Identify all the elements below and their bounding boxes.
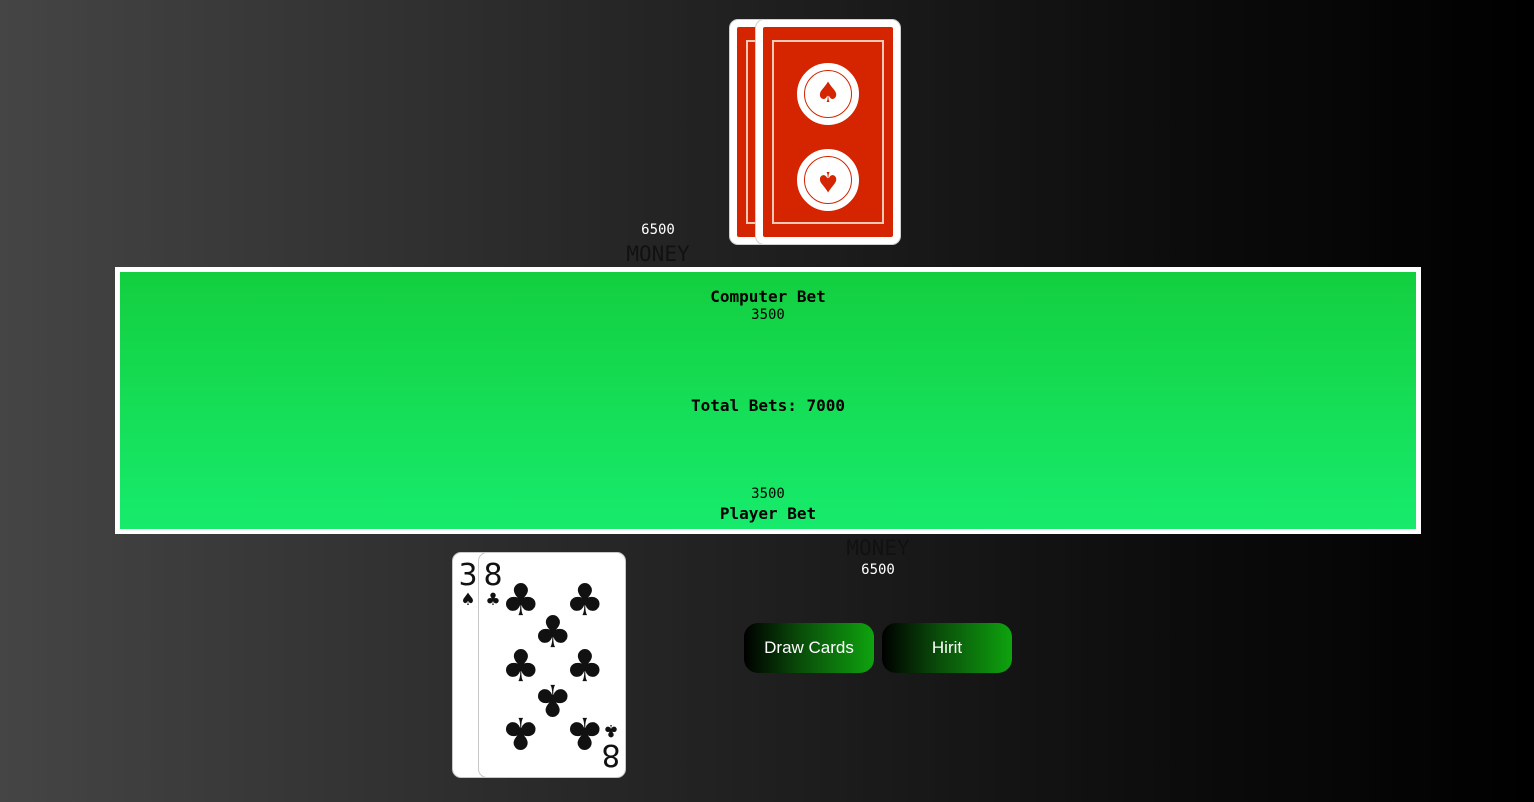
spade-icon: ♠ xyxy=(460,590,476,610)
hirit-button[interactable]: Hirit xyxy=(882,623,1012,673)
club-pip-icon: ♣ xyxy=(501,707,541,758)
total-bets: Total Bets: 7000 xyxy=(690,396,846,415)
computer-bet-value: 3500 xyxy=(751,307,785,323)
player-money-value: 6500 xyxy=(861,562,895,578)
computer-bet-label: Computer Bet xyxy=(710,287,826,306)
player-money-label: MONEY xyxy=(846,536,910,560)
player-bet-label: Player Bet xyxy=(719,504,817,523)
computer-money-label: MONEY xyxy=(626,242,690,266)
player-bet-value: 3500 xyxy=(751,486,785,502)
betting-table: Computer Bet 3500 Total Bets: 7000 3500 … xyxy=(115,267,1421,534)
computer-card-2: ♠ ♠ xyxy=(755,19,901,245)
draw-cards-button[interactable]: Draw Cards xyxy=(744,623,874,673)
card-rank: 3 xyxy=(458,558,478,593)
club-pip-icon: ♣ xyxy=(565,707,605,758)
player-card-2: 8 ♣ 8 ♣ ♣ ♣ ♣ ♣ ♣ ♣ ♣ ♣ xyxy=(478,552,626,778)
computer-money-value: 6500 xyxy=(641,222,675,238)
card-back-seal-icon: ♠ xyxy=(797,63,859,125)
card-back-seal-icon: ♠ xyxy=(797,149,859,211)
